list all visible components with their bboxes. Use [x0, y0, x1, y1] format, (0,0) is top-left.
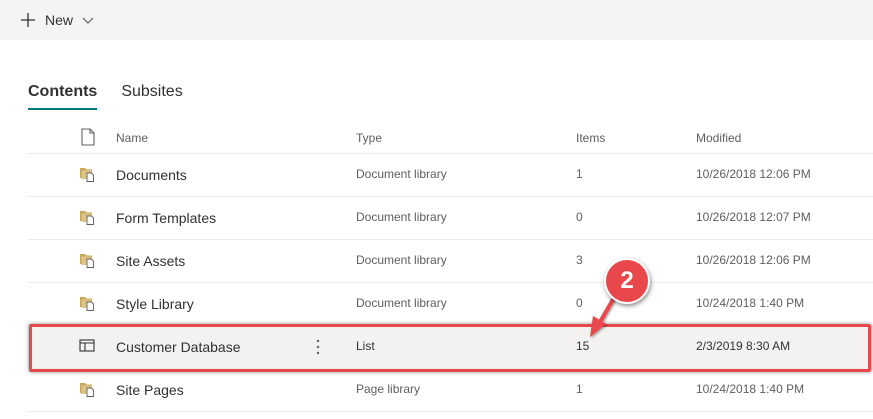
row-modified: 10/24/2018 1:40 PM [696, 382, 805, 396]
table-row[interactable]: Form Templates Document library 0 10/26/… [28, 197, 873, 240]
row-modified: 10/26/2018 12:07 PM [696, 210, 811, 224]
column-header-modified[interactable]: Modified [696, 131, 741, 145]
step-number-badge: 2 [604, 258, 650, 304]
row-items: 3 [576, 253, 583, 267]
column-header-items[interactable]: Items [576, 131, 605, 145]
document-library-icon [80, 168, 94, 182]
list-icon [79, 339, 95, 352]
row-type: Document library [356, 253, 447, 267]
new-button[interactable]: New [20, 9, 94, 31]
table-row[interactable]: Documents Document library 1 10/26/2018 … [28, 154, 873, 197]
row-items: 0 [576, 210, 583, 224]
tab-contents[interactable]: Contents [28, 82, 98, 110]
chevron-down-icon [82, 17, 94, 24]
row-name[interactable]: Documents [116, 167, 187, 183]
row-type: Document library [356, 296, 447, 310]
row-type: List [356, 339, 375, 353]
column-header-type[interactable]: Type [356, 131, 382, 145]
row-items: 1 [576, 382, 583, 396]
more-options-icon[interactable] [313, 338, 323, 356]
row-modified: 10/26/2018 12:06 PM [696, 253, 811, 267]
table-header: Name Type Items Modified [28, 124, 873, 154]
row-modified: 10/24/2018 1:40 PM [696, 296, 805, 310]
document-library-icon [80, 297, 94, 311]
row-name[interactable]: Form Templates [116, 210, 216, 226]
row-type: Document library [356, 167, 447, 181]
row-type: Document library [356, 210, 447, 224]
file-type-icon[interactable] [81, 128, 95, 146]
table-row-selected[interactable]: Customer Database List 15 2/3/2019 8:30 … [28, 326, 873, 369]
row-name[interactable]: Style Library [116, 296, 194, 312]
row-name[interactable]: Site Assets [116, 253, 185, 269]
column-header-name[interactable]: Name [116, 131, 148, 145]
document-library-icon [80, 383, 94, 397]
row-items: 15 [576, 339, 590, 353]
table-row[interactable]: Style Library Document library 0 10/24/2… [28, 283, 873, 326]
row-modified: 2/3/2019 8:30 AM [696, 339, 791, 353]
row-items: 0 [576, 296, 583, 310]
row-name[interactable]: Customer Database [116, 339, 241, 355]
row-modified: 10/26/2018 12:06 PM [696, 167, 811, 181]
document-library-icon [80, 211, 94, 225]
pivot-tabs: Contents Subsites [28, 82, 207, 110]
row-items: 1 [576, 167, 583, 181]
command-bar: New [0, 0, 873, 40]
new-button-label: New [45, 12, 74, 28]
table-row[interactable]: Site Pages Page library 1 10/24/2018 1:4… [28, 369, 873, 412]
document-library-icon [80, 254, 94, 268]
tab-subsites[interactable]: Subsites [121, 82, 182, 110]
row-name[interactable]: Site Pages [116, 382, 184, 398]
row-type: Page library [356, 382, 421, 396]
table-row[interactable]: Site Assets Document library 3 10/26/201… [28, 240, 873, 283]
plus-icon [21, 13, 35, 27]
